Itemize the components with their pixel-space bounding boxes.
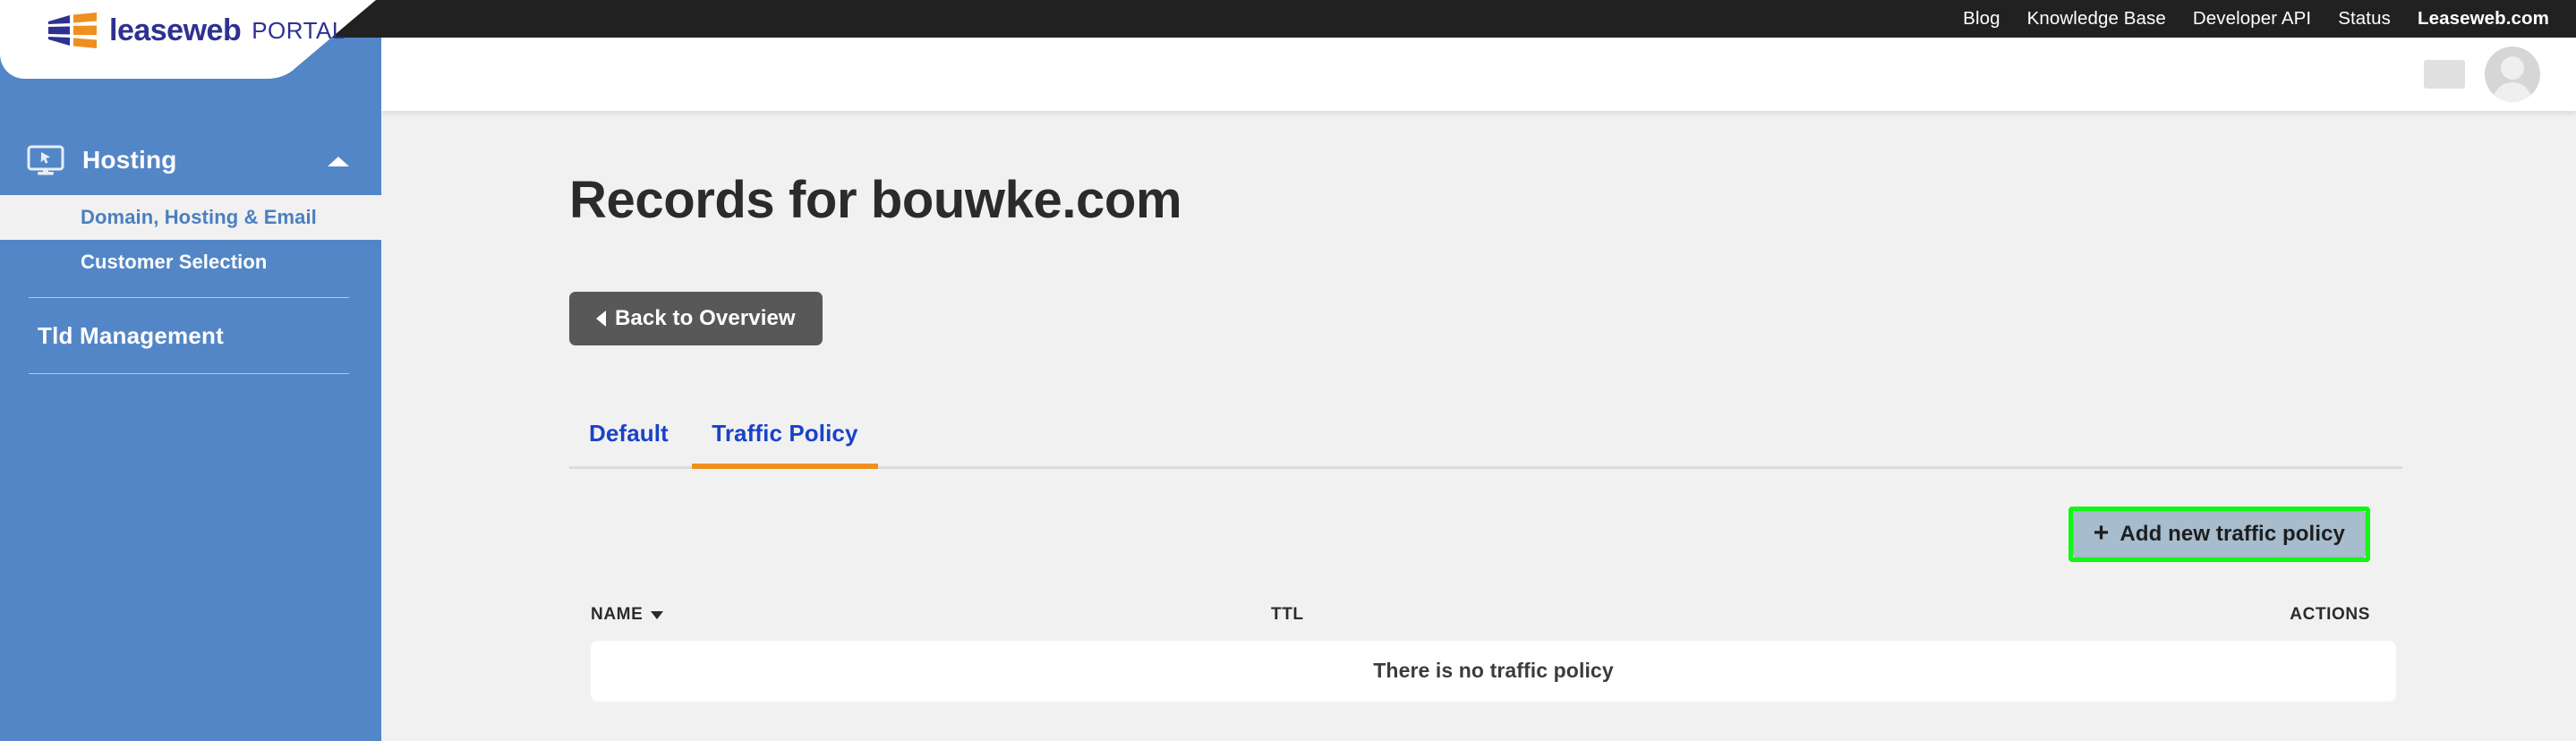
back-to-overview-button[interactable]: Back to Overview — [569, 291, 823, 345]
tab-traffic-policy[interactable]: Traffic Policy — [692, 410, 878, 469]
app-header — [381, 38, 2576, 111]
sidebar-divider-2 — [29, 373, 349, 374]
table-empty-message: There is no traffic policy — [591, 640, 2396, 702]
avatar[interactable] — [2485, 47, 2540, 102]
sidebar-divider-1 — [29, 297, 349, 298]
logo-wordmark: leaseweb — [109, 13, 242, 47]
topnav-link-knowledge-base[interactable]: Knowledge Base — [2027, 0, 2166, 38]
page-title: Records for bouwke.com — [569, 171, 1182, 229]
sidebar-item-tld-management[interactable]: Tld Management — [0, 311, 381, 361]
topnav-link-status[interactable]: Status — [2338, 0, 2391, 38]
back-to-overview-label: Back to Overview — [615, 305, 796, 330]
header-placeholder-box[interactable] — [2424, 60, 2465, 89]
avatar-body-icon — [2493, 82, 2532, 102]
add-new-traffic-policy-button[interactable]: + Add new traffic policy — [2072, 510, 2366, 558]
sidebar-group-label: Hosting — [82, 146, 177, 174]
sidebar: Hosting Domain, Hosting & Email Customer… — [0, 0, 381, 741]
table-column-ttl[interactable]: TTL — [1271, 605, 1933, 625]
top-navigation: Blog Knowledge Base Developer API Status… — [1963, 0, 2549, 38]
topnav-link-blog[interactable]: Blog — [1963, 0, 2000, 38]
add-new-traffic-policy-highlight: + Add new traffic policy — [2068, 506, 2370, 562]
avatar-head-icon — [2501, 56, 2524, 80]
top-bar: Blog Knowledge Base Developer API Status… — [0, 0, 2576, 38]
leaseweb-logo-icon — [47, 13, 98, 48]
table-column-name[interactable]: NAME — [591, 605, 1271, 625]
tab-default[interactable]: Default — [569, 410, 688, 466]
sort-descending-icon[interactable] — [651, 611, 664, 620]
sidebar-item-customer-selection[interactable]: Customer Selection — [0, 240, 381, 285]
plus-icon: + — [2093, 517, 2110, 548]
logo-plate[interactable]: leaseweb PORTAL — [0, 0, 376, 89]
header-right-controls — [2424, 38, 2540, 111]
table-column-actions: ACTIONS — [2290, 604, 2370, 624]
traffic-policy-table: NAME TTL ACTIONS There is no traffic pol… — [569, 589, 2402, 702]
sidebar-item-domain-hosting-email[interactable]: Domain, Hosting & Email — [0, 195, 381, 240]
add-new-traffic-policy-label: Add new traffic policy — [2120, 521, 2345, 546]
table-header-row: NAME TTL ACTIONS — [569, 589, 2402, 641]
chevron-left-icon — [596, 310, 606, 327]
content-container: Records for bouwke.com Back to Overview … — [569, 111, 2402, 702]
main-content: Records for bouwke.com Back to Overview … — [381, 111, 2576, 741]
sidebar-group-hosting[interactable]: Hosting — [0, 125, 381, 195]
table-column-name-label: NAME — [591, 604, 644, 624]
topnav-link-leaseweb-com[interactable]: Leaseweb.com — [2418, 0, 2549, 38]
logo: leaseweb PORTAL — [47, 13, 345, 48]
monitor-cursor-icon — [27, 145, 64, 175]
tab-bar: Default Traffic Policy — [569, 410, 2402, 469]
chevron-up-icon[interactable] — [328, 157, 349, 166]
sidebar-navigation: Hosting Domain, Hosting & Email Customer… — [0, 125, 381, 387]
logo-portal-label: PORTAL — [252, 17, 345, 44]
topnav-link-developer-api[interactable]: Developer API — [2193, 0, 2311, 38]
action-row: + Add new traffic policy — [569, 506, 2402, 562]
